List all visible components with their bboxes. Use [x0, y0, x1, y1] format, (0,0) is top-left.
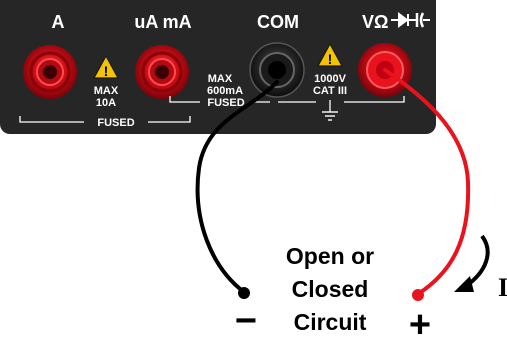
ma-rating-max: MAX	[208, 73, 233, 85]
fused-label-left: FUSED	[97, 117, 134, 129]
plus-sign: +	[409, 304, 431, 342]
circuit-label-line3: Circuit	[294, 309, 367, 335]
v-rating-value: 1000V	[314, 73, 346, 85]
circuit-label-line2: Closed	[292, 276, 369, 302]
terminal-label-ua-ma: uA mA	[134, 12, 191, 32]
a-rating-value: 10A	[96, 97, 116, 109]
jack-ua-ma[interactable]	[135, 45, 189, 99]
terminal-label-volt-ohm: VΩ	[362, 12, 388, 32]
terminal-label-a: A	[52, 12, 65, 32]
terminal-label-com: COM	[257, 12, 299, 32]
ma-rating-value: 600mA	[207, 85, 243, 97]
circuit-label-line1: Open or	[286, 243, 374, 269]
jack-a[interactable]	[23, 45, 77, 99]
black-probe-tip[interactable]	[238, 287, 250, 299]
current-label: I	[498, 273, 507, 302]
panel-top	[0, 0, 436, 10]
a-rating-max: MAX	[94, 85, 119, 97]
svg-text:!: !	[104, 63, 109, 79]
red-probe-tip[interactable]	[412, 289, 424, 301]
multimeter-diagram: A uA mA COM VΩ ! ! MAX 10A MAX 600mA 100…	[0, 0, 507, 342]
v-rating-category: CAT III	[313, 85, 347, 97]
minus-sign: −	[235, 300, 257, 342]
svg-text:!: !	[328, 51, 333, 67]
fused-label-right: FUSED	[207, 97, 244, 109]
jack-com[interactable]	[249, 42, 305, 98]
